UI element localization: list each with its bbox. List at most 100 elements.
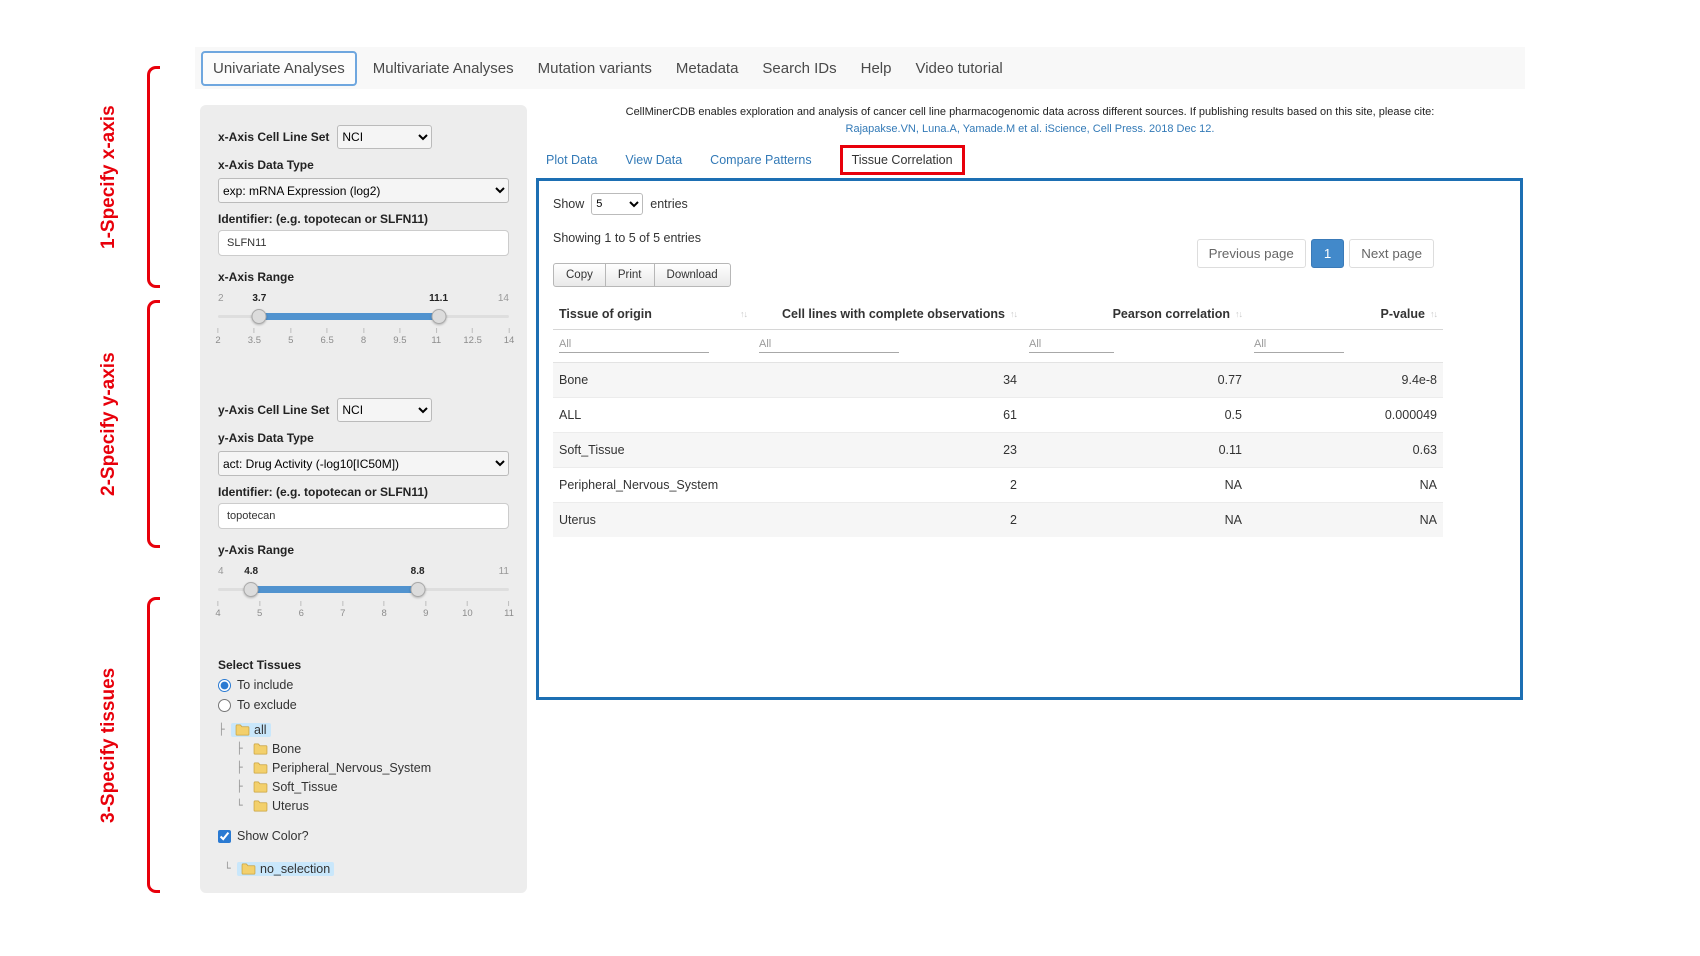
x-tick: 12.5 — [463, 328, 482, 346]
tree-node-all[interactable]: ├ all — [218, 720, 509, 739]
print-button[interactable]: Print — [605, 263, 655, 287]
filter-cell-lines-input[interactable] — [759, 335, 899, 353]
table-row[interactable]: ALL 61 0.5 0.000049 — [553, 398, 1443, 433]
cell-tissue: Peripheral_Nervous_System — [553, 468, 753, 503]
x-identifier-input[interactable] — [218, 230, 509, 256]
x-tick: 6.5 — [321, 328, 334, 346]
tree-connector: ├ — [218, 723, 231, 736]
analysis-subtabs: Plot Data View Data Compare Patterns Tis… — [546, 145, 965, 175]
x-range-to-label: 11.1 — [429, 293, 448, 304]
sidebar-controls: x-Axis Cell Line Set NCI x-Axis Data Typ… — [200, 105, 527, 893]
tab-view-data[interactable]: View Data — [625, 153, 682, 167]
next-page-button[interactable]: Next page — [1349, 239, 1434, 268]
nav-tab-mutation-variants[interactable]: Mutation variants — [526, 52, 664, 85]
y-slider-handle-from[interactable] — [244, 582, 259, 597]
y-slider-handle-to[interactable] — [410, 582, 425, 597]
download-button[interactable]: Download — [654, 263, 731, 287]
cell-n: 34 — [753, 363, 1023, 398]
x-tick: 5 — [288, 328, 293, 346]
column-header-pvalue[interactable]: P-value ↑↓ — [1248, 299, 1443, 330]
nav-tab-univariate-analyses[interactable]: Univariate Analyses — [201, 51, 357, 86]
column-header-tissue[interactable]: Tissue of origin ↑↓ — [553, 299, 753, 330]
y-slider-bar — [251, 586, 417, 593]
column-header-cell-lines[interactable]: Cell lines with complete observations ↑↓ — [753, 299, 1023, 330]
exclude-radio-label: To exclude — [237, 698, 297, 712]
cell-p: 0.000049 — [1248, 398, 1443, 433]
folder-icon — [241, 863, 256, 875]
tree-connector: └ — [224, 862, 237, 875]
y-cell-line-set-label: y-Axis Cell Line Set — [218, 403, 329, 417]
page-length-select[interactable]: 5 — [591, 193, 643, 215]
tree-node-soft-tissue[interactable]: ├ Soft_Tissue — [218, 777, 509, 796]
copy-button[interactable]: Copy — [553, 263, 606, 287]
sort-icon[interactable]: ↑↓ — [1430, 309, 1437, 319]
tissues-include-radio-row[interactable]: To include — [218, 678, 509, 692]
tree-node-bone[interactable]: ├ Bone — [218, 739, 509, 758]
cell-r: NA — [1023, 503, 1248, 538]
tab-compare-patterns[interactable]: Compare Patterns — [710, 153, 811, 167]
previous-page-button[interactable]: Previous page — [1197, 239, 1306, 268]
tree-node-all-label: all — [254, 723, 267, 737]
include-radio-label: To include — [237, 678, 293, 692]
tissues-exclude-radio-row[interactable]: To exclude — [218, 698, 509, 712]
x-slider-handle-from[interactable] — [252, 309, 267, 324]
y-tick: 6 — [299, 601, 304, 619]
nav-tab-metadata[interactable]: Metadata — [664, 52, 751, 85]
y-axis-range-slider[interactable]: 4 11 4.8 8.8 4 5 6 7 8 9 10 11 — [218, 561, 509, 623]
citation-link[interactable]: Rajapakse.VN, Luna.A, Yamade.M et al. iS… — [846, 123, 1215, 135]
x-slider-handle-to[interactable] — [431, 309, 446, 324]
y-identifier-label: Identifier: (e.g. topotecan or SLFN11) — [218, 485, 509, 499]
y-range-to-label: 8.8 — [411, 566, 425, 577]
cell-n: 23 — [753, 433, 1023, 468]
column-header-pearson[interactable]: Pearson correlation ↑↓ — [1023, 299, 1248, 330]
y-data-type-select[interactable]: act: Drug Activity (-log10[IC50M]) — [218, 451, 509, 476]
table-header-row: Tissue of origin ↑↓ Cell lines with comp… — [553, 299, 1443, 330]
sort-icon[interactable]: ↑↓ — [1010, 309, 1017, 319]
y-tick: 4 — [215, 601, 220, 619]
tree-node-peripheral-nervous-system[interactable]: ├ Peripheral_Nervous_System — [218, 758, 509, 777]
x-tick: 2 — [215, 328, 220, 346]
x-slider-grid: 2 3.5 5 6.5 8 9.5 11 12.5 14 — [218, 328, 509, 348]
x-data-type-select[interactable]: exp: mRNA Expression (log2) — [218, 178, 509, 203]
citation-block: CellMinerCDB enables exploration and ana… — [540, 104, 1520, 138]
include-radio[interactable] — [218, 679, 231, 692]
y-tick: 5 — [257, 601, 262, 619]
tree-connector: ├ — [236, 761, 249, 774]
show-color-row[interactable]: Show Color? — [218, 829, 509, 843]
tree-node-no-selection[interactable]: └ no_selection — [224, 859, 509, 878]
table-row[interactable]: Soft_Tissue 23 0.11 0.63 — [553, 433, 1443, 468]
sort-icon[interactable]: ↑↓ — [740, 309, 747, 319]
tissue-correlation-panel: Show 5 entries Showing 1 to 5 of 5 entri… — [536, 178, 1523, 700]
x-axis-range-slider[interactable]: 2 14 3.7 11.1 2 3.5 5 6.5 8 9.5 11 12.5 … — [218, 288, 509, 350]
nav-tab-search-ids[interactable]: Search IDs — [750, 52, 848, 85]
cell-r: 0.77 — [1023, 363, 1248, 398]
x-cell-line-set-select[interactable]: NCI — [337, 125, 432, 149]
filter-pvalue-input[interactable] — [1254, 335, 1344, 353]
x-tick: 14 — [504, 328, 515, 346]
nav-tab-video-tutorial[interactable]: Video tutorial — [903, 52, 1014, 85]
page-1-button[interactable]: 1 — [1311, 239, 1344, 268]
table-row[interactable]: Uterus 2 NA NA — [553, 503, 1443, 538]
table-row[interactable]: Bone 34 0.77 9.4e-8 — [553, 363, 1443, 398]
cell-n: 2 — [753, 468, 1023, 503]
x-identifier-label: Identifier: (e.g. topotecan or SLFN11) — [218, 212, 509, 226]
tissue-tree: ├ all ├ Bone ├ Peripheral_Nervous_System… — [218, 720, 509, 815]
tab-tissue-correlation[interactable]: Tissue Correlation — [840, 145, 965, 175]
y-identifier-input[interactable] — [218, 503, 509, 529]
table-row[interactable]: Peripheral_Nervous_System 2 NA NA — [553, 468, 1443, 503]
tree-node-uterus[interactable]: └ Uterus — [218, 796, 509, 815]
filter-tissue-input[interactable] — [559, 335, 709, 353]
no-selection-tree: └ no_selection — [218, 859, 509, 878]
sort-icon[interactable]: ↑↓ — [1235, 309, 1242, 319]
show-color-label: Show Color? — [237, 829, 309, 843]
filter-pearson-input[interactable] — [1029, 335, 1114, 353]
column-header-pearson-label: Pearson correlation — [1113, 307, 1230, 321]
folder-icon — [253, 781, 268, 793]
tab-plot-data[interactable]: Plot Data — [546, 153, 597, 167]
show-color-checkbox[interactable] — [218, 830, 231, 843]
nav-tab-help[interactable]: Help — [849, 52, 904, 85]
nav-tab-multivariate-analyses[interactable]: Multivariate Analyses — [361, 52, 526, 85]
y-cell-line-set-select[interactable]: NCI — [337, 398, 432, 422]
exclude-radio[interactable] — [218, 699, 231, 712]
citation-text: CellMinerCDB enables exploration and ana… — [540, 104, 1520, 121]
